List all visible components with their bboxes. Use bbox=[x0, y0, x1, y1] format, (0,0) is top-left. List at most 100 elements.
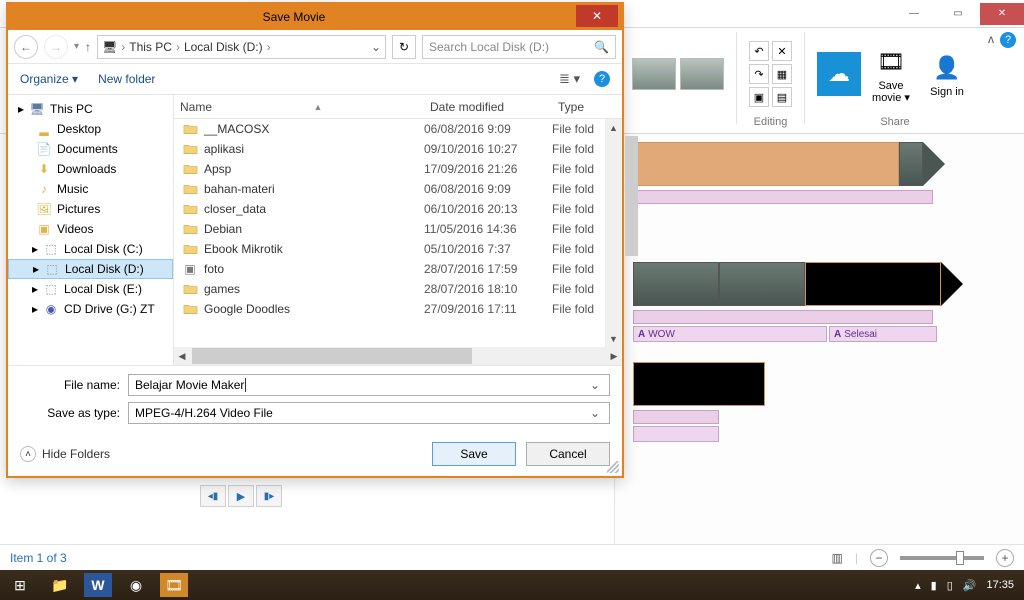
caption-strip[interactable] bbox=[633, 426, 719, 442]
save-movie-button[interactable]: 🎞 Save movie ▾ bbox=[865, 44, 917, 104]
rotate-right-icon[interactable]: ↷ bbox=[749, 64, 769, 84]
recent-locations-icon[interactable]: ▾ bbox=[74, 41, 79, 52]
audio-strip[interactable] bbox=[633, 190, 933, 204]
file-row[interactable]: Apsp17/09/2016 21:26File fold bbox=[174, 159, 605, 179]
hide-folders-button[interactable]: ˄ Hide Folders bbox=[20, 446, 110, 462]
resize-grip[interactable] bbox=[607, 461, 619, 473]
sign-in-button[interactable]: 👤 Sign in bbox=[921, 50, 973, 98]
file-name-label: File name: bbox=[20, 378, 128, 392]
file-row[interactable]: Ebook Mikrotik05/10/2016 7:37File fold bbox=[174, 239, 605, 259]
preview-thumb[interactable] bbox=[632, 58, 676, 90]
preview-thumb[interactable] bbox=[680, 58, 724, 90]
taskbar-moviemaker-icon[interactable]: 🎞 bbox=[160, 573, 188, 597]
taskbar-explorer-icon[interactable]: 📁 bbox=[40, 570, 80, 600]
nav-pane[interactable]: ▸🖥This PC ▂Desktop 📄Documents ⬇Downloads… bbox=[8, 95, 174, 365]
chevron-down-icon[interactable]: ⌄ bbox=[587, 378, 603, 392]
cancel-button[interactable]: Cancel bbox=[526, 442, 610, 466]
timeline-clip[interactable] bbox=[719, 262, 805, 306]
vertical-scrollbar[interactable]: ▲▼ bbox=[605, 119, 622, 347]
chevron-down-icon[interactable]: ⌄ bbox=[587, 406, 603, 420]
view-options-button[interactable]: ≣ ▾ bbox=[559, 71, 580, 87]
audio-strip[interactable] bbox=[633, 410, 719, 424]
onedrive-icon[interactable]: ☁ bbox=[817, 52, 861, 96]
image-icon: ▣ bbox=[182, 262, 198, 276]
nav-documents[interactable]: 📄Documents bbox=[8, 139, 173, 159]
network-icon[interactable]: ▯ bbox=[947, 579, 953, 592]
zoom-in-button[interactable]: + bbox=[996, 549, 1014, 567]
dialog-toolbar: Organize ▾ New folder ≣ ▾ ? bbox=[8, 64, 622, 94]
minimize-button[interactable]: — bbox=[892, 3, 936, 25]
zoom-slider[interactable] bbox=[900, 556, 984, 560]
forward-button[interactable]: → bbox=[44, 35, 68, 59]
caption-strip[interactable]: ASelesai bbox=[829, 326, 937, 342]
view-toggle-icon[interactable]: ▥ bbox=[832, 551, 843, 565]
close-button[interactable]: ✕ bbox=[980, 3, 1024, 25]
select-all-icon[interactable]: ▦ bbox=[772, 64, 792, 84]
timeline-clip[interactable] bbox=[805, 262, 941, 306]
nav-drive-c[interactable]: ▸⬚Local Disk (C:) bbox=[8, 239, 173, 259]
folder-icon bbox=[182, 182, 198, 196]
rotate-left-icon[interactable]: ↶ bbox=[749, 41, 769, 61]
volume-icon[interactable]: 🔊 bbox=[963, 579, 977, 592]
audio-strip[interactable] bbox=[633, 310, 933, 324]
delete-icon[interactable]: ✕ bbox=[772, 41, 792, 61]
timeline[interactable]: AWOW ASelesai bbox=[614, 134, 1024, 600]
file-row[interactable]: aplikasi09/10/2016 10:27File fold bbox=[174, 139, 605, 159]
nav-drive-e[interactable]: ▸⬚Local Disk (E:) bbox=[8, 279, 173, 299]
help-icon[interactable]: ? bbox=[1000, 32, 1016, 48]
nav-drive-g[interactable]: ▸◉CD Drive (G:) ZT bbox=[8, 299, 173, 319]
nav-this-pc[interactable]: ▸🖥This PC bbox=[8, 99, 173, 119]
next-frame-button[interactable]: ▮▸ bbox=[256, 485, 282, 507]
organize-button[interactable]: Organize ▾ bbox=[20, 72, 78, 86]
new-folder-button[interactable]: New folder bbox=[98, 72, 155, 86]
ribbon-collapse-icon[interactable]: ʌ bbox=[988, 32, 994, 46]
timeline-clip[interactable] bbox=[633, 142, 899, 186]
file-row[interactable]: closer_data06/10/2016 20:13File fold bbox=[174, 199, 605, 219]
search-input[interactable]: Search Local Disk (D:) 🔍 bbox=[422, 35, 616, 59]
help-icon[interactable]: ? bbox=[594, 71, 610, 87]
dialog-close-button[interactable]: ✕ bbox=[576, 5, 618, 27]
battery-icon[interactable]: ▮ bbox=[931, 579, 937, 592]
save-button[interactable]: Save bbox=[432, 442, 516, 466]
file-row[interactable]: games28/07/2016 18:10File fold bbox=[174, 279, 605, 299]
zoom-out-button[interactable]: − bbox=[870, 549, 888, 567]
save-dialog: Save Movie ✕ ← → ▾ ↑ 🖥› This PC› Local D… bbox=[6, 2, 624, 478]
horizontal-scrollbar[interactable]: ◀ ▶ bbox=[174, 347, 622, 365]
file-row[interactable]: __MACOSX06/08/2016 9:09File fold bbox=[174, 119, 605, 139]
refresh-button[interactable]: ↻ bbox=[392, 35, 416, 59]
back-button[interactable]: ← bbox=[14, 35, 38, 59]
nav-pictures[interactable]: 🖼Pictures bbox=[8, 199, 173, 219]
nav-drive-d[interactable]: ▸⬚Local Disk (D:) bbox=[8, 259, 173, 279]
dialog-title: Save Movie bbox=[12, 10, 576, 24]
chevron-down-icon[interactable]: ⌄ bbox=[371, 40, 381, 54]
file-name-input[interactable]: Belajar Movie Maker ⌄ bbox=[128, 374, 610, 396]
dialog-titlebar[interactable]: Save Movie ✕ bbox=[8, 4, 622, 30]
nav-desktop[interactable]: ▂Desktop bbox=[8, 119, 173, 139]
nav-music[interactable]: ♪Music bbox=[8, 179, 173, 199]
tray-up-icon[interactable]: ▴ bbox=[915, 579, 921, 592]
taskbar-chrome-icon[interactable]: ◉ bbox=[116, 570, 156, 600]
timeline-clip[interactable] bbox=[633, 362, 765, 406]
folder-icon bbox=[182, 162, 198, 176]
nav-videos[interactable]: ▣Videos bbox=[8, 219, 173, 239]
file-row[interactable]: Google Doodles27/09/2016 17:11File fold bbox=[174, 299, 605, 319]
column-headers[interactable]: Name▲ Date modified Type bbox=[174, 95, 622, 119]
clock[interactable]: 17:35 bbox=[986, 579, 1014, 591]
file-row[interactable]: Debian11/05/2016 14:36File fold bbox=[174, 219, 605, 239]
start-button[interactable]: ⊞ bbox=[0, 570, 40, 600]
save-as-type-select[interactable]: MPEG-4/H.264 Video File ⌄ bbox=[128, 402, 610, 424]
file-list[interactable]: __MACOSX06/08/2016 9:09File foldaplikasi… bbox=[174, 119, 605, 347]
maximize-button[interactable]: ▭ bbox=[936, 3, 980, 25]
file-list-area: Name▲ Date modified Type __MACOSX06/08/2… bbox=[174, 95, 622, 365]
play-button[interactable]: ▶ bbox=[228, 485, 254, 507]
timeline-clip[interactable] bbox=[899, 142, 923, 186]
timeline-clip[interactable] bbox=[633, 262, 719, 306]
breadcrumb[interactable]: 🖥› This PC› Local Disk (D:)› ⌄ bbox=[97, 35, 386, 59]
prev-frame-button[interactable]: ◂▮ bbox=[200, 485, 226, 507]
nav-downloads[interactable]: ⬇Downloads bbox=[8, 159, 173, 179]
taskbar-word-icon[interactable]: W bbox=[84, 573, 112, 597]
caption-strip[interactable]: AWOW bbox=[633, 326, 827, 342]
file-row[interactable]: ▣foto28/07/2016 17:59File fold bbox=[174, 259, 605, 279]
up-button[interactable]: ↑ bbox=[85, 40, 91, 54]
file-row[interactable]: bahan-materi06/08/2016 9:09File fold bbox=[174, 179, 605, 199]
